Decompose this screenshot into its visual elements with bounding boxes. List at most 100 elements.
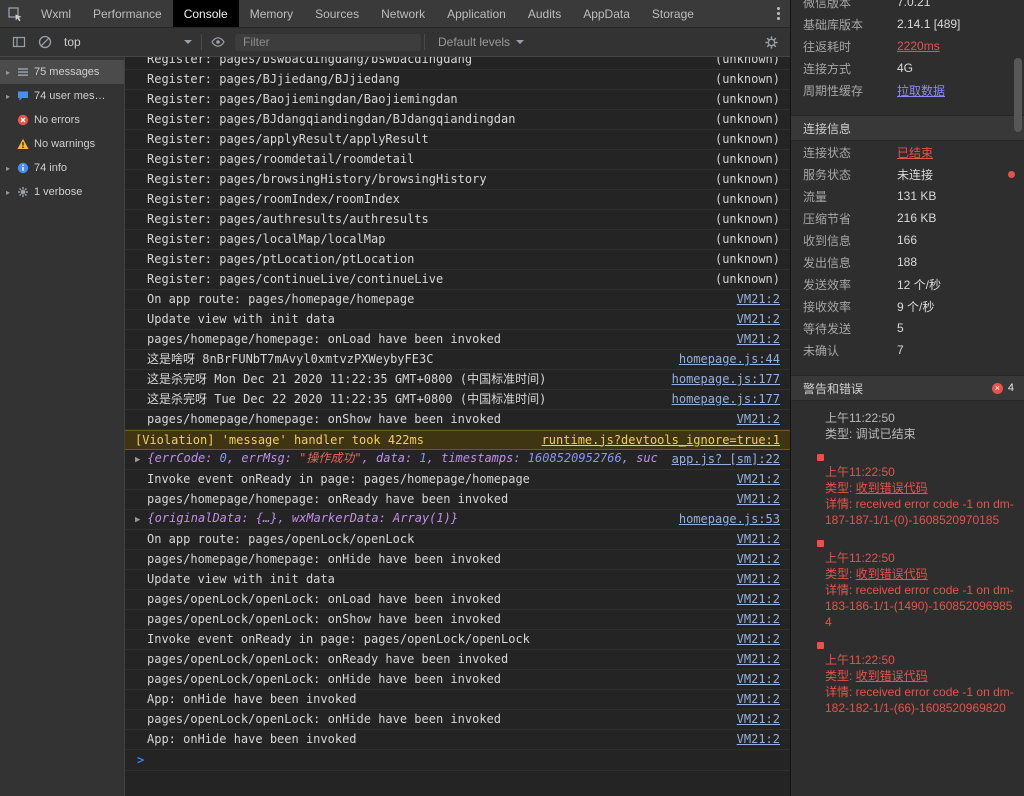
log-message: App: onHide have been invoked	[147, 732, 357, 746]
log-message: Register: pages/roomIndex/roomIndex	[147, 192, 400, 206]
source-link[interactable]: VM21:2	[737, 470, 780, 489]
connection-info-header: 连接信息	[791, 115, 1024, 141]
stat-row: 微信版本 7.0.21	[791, 0, 1024, 13]
tab-storage[interactable]: Storage	[641, 0, 705, 27]
source-link[interactable]: homepage.js:44	[679, 350, 780, 369]
source-link[interactable]: VM21:2	[737, 290, 780, 309]
stat-row: 压缩节省 216 KB	[791, 207, 1024, 229]
log-message: pages/homepage/homepage: onHide have bee…	[147, 552, 502, 566]
log-message: 这是啥呀 8nBrFUNbT7mAvyl0xmtvzPXWeybyFE3C	[147, 352, 434, 366]
console-sidebar-toggle-icon[interactable]	[6, 30, 32, 54]
unknown-source-label: (unknown)	[714, 57, 780, 66]
source-link[interactable]: homepage.js:53	[679, 510, 780, 529]
source-link[interactable]: VM21:2	[737, 630, 780, 649]
console-toolbar: top Default levels	[0, 28, 790, 57]
tab-wxml[interactable]: Wxml	[30, 0, 82, 27]
source-link[interactable]: homepage.js:177	[672, 390, 780, 409]
log-levels-dropdown[interactable]: Default levels	[438, 35, 525, 49]
source-link[interactable]: VM21:2	[737, 650, 780, 669]
clear-console-icon[interactable]	[32, 30, 58, 54]
stat-row: 连接方式 4G	[791, 57, 1024, 79]
source-link[interactable]: homepage.js:177	[672, 370, 780, 389]
disclosure-arrow-icon[interactable]: ▸	[4, 188, 12, 197]
sidebar-item-verbose[interactable]: ▸ 1 verbose	[0, 180, 124, 204]
stat-value: 12 个/秒	[897, 277, 942, 292]
sidebar-item-info[interactable]: ▸ 74 info	[0, 156, 124, 180]
sidebar-item-warnings[interactable]: No warnings	[0, 132, 124, 156]
console-log-row: Register: pages/browsingHistory/browsing…	[125, 170, 790, 190]
disclosure-arrow-icon[interactable]: ▸	[4, 164, 12, 173]
source-link[interactable]: VM21:2	[737, 310, 780, 329]
source-link[interactable]: VM21:2	[737, 690, 780, 709]
unknown-source-label: (unknown)	[714, 232, 780, 246]
disclosure-arrow-icon[interactable]: ▸	[4, 68, 12, 77]
source-link[interactable]: VM21:2	[737, 530, 780, 549]
source-link[interactable]: VM21:2	[737, 610, 780, 629]
stat-value: 9 个/秒	[897, 299, 935, 314]
stat-value: 已结束	[897, 145, 934, 160]
stat-value-link[interactable]: 拉取数据	[897, 82, 945, 99]
sidebar-item-user-messages[interactable]: ▸ 74 user mes…	[0, 84, 124, 108]
source-link[interactable]: VM21:2	[737, 590, 780, 609]
realtime-log-panel: 微信版本 7.0.21 基础库版本 2.14.1 [489] 往返耗时 2220ms 连接方…	[791, 0, 1024, 796]
console-log-row: App: onHide have been invoked VM21:2	[125, 690, 790, 710]
execution-context-selector[interactable]: top	[58, 35, 198, 49]
stat-row: 流量 131 KB	[791, 185, 1024, 207]
source-link[interactable]: runtime.js?devtools_ignore=true:1	[542, 431, 780, 450]
tab-sources[interactable]: Sources	[304, 0, 370, 27]
devtools-window: Wxml Performance Console Memory Sources Netwo…	[0, 0, 1024, 796]
console-object-row: ▶ {originalData: {…}, wxMarkerData: Array…	[125, 510, 790, 530]
log-message: On app route: pages/homepage/homepage	[147, 292, 415, 306]
source-link[interactable]: app.js? [sm]:22	[672, 450, 780, 469]
source-link[interactable]: VM21:2	[737, 550, 780, 569]
source-link[interactable]: VM21:2	[737, 670, 780, 689]
console-log-row: pages/openLock/openLock: onShow have bee…	[125, 610, 790, 630]
tab-application[interactable]: Application	[436, 0, 517, 27]
scrollbar-thumb[interactable]	[1014, 58, 1022, 132]
tab-performance[interactable]: Performance	[82, 0, 173, 27]
console-log-row: 这是啥呀 8nBrFUNbT7mAvyl0xmtvzPXWeybyFE3C hom…	[125, 350, 790, 370]
entry-detail: 详情: received error code -1 on dm-183-186…	[825, 583, 1014, 629]
tab-audits[interactable]: Audits	[517, 0, 572, 27]
console-log-row: Register: pages/roomIndex/roomIndex (unkn…	[125, 190, 790, 210]
stat-value: 7	[897, 343, 904, 357]
source-link[interactable]: VM21:2	[737, 570, 780, 589]
tab-console[interactable]: Console	[172, 0, 239, 27]
source-link[interactable]: VM21:2	[737, 730, 780, 749]
error-entry: 上午11:22:50 类型: 收到错误代码 详情: received error c…	[825, 652, 1016, 716]
console-input-row[interactable]: >	[125, 750, 790, 771]
list-icon	[17, 66, 29, 78]
stat-label: 流量	[803, 189, 828, 204]
source-link[interactable]: VM21:2	[737, 330, 780, 349]
stat-value: 5	[897, 321, 904, 335]
console-log-row: Register: pages/Baojiemingdan/Baojieming…	[125, 90, 790, 110]
stat-value: 188	[897, 255, 918, 269]
stat-label: 连接方式	[803, 61, 852, 76]
filter-input[interactable]	[235, 33, 421, 51]
source-link[interactable]: VM21:2	[737, 410, 780, 429]
settings-gear-icon[interactable]	[758, 30, 784, 54]
unknown-source-label: (unknown)	[714, 252, 780, 266]
stat-label: 周期性缓存	[803, 83, 864, 98]
tab-network[interactable]: Network	[370, 0, 436, 27]
log-message: Register: pages/browsingHistory/browsing…	[147, 172, 487, 186]
disclosure-arrow-icon[interactable]: ▸	[4, 92, 12, 101]
inspect-element-icon[interactable]	[0, 0, 30, 27]
expand-arrow-icon[interactable]: ▶	[135, 511, 140, 530]
live-expression-eye-icon[interactable]	[205, 30, 231, 54]
log-message: 这是杀完呀 Tue Dec 22 2020 11:22:35 GMT+0800 …	[147, 392, 547, 406]
unknown-source-label: (unknown)	[714, 172, 780, 186]
log-message: Invoke event onReady in page: pages/open…	[147, 632, 530, 646]
source-link[interactable]: VM21:2	[737, 490, 780, 509]
console-log-row: pages/homepage/homepage: onReady have be…	[125, 490, 790, 510]
expand-arrow-icon[interactable]: ▶	[135, 451, 140, 470]
source-link[interactable]: VM21:2	[737, 710, 780, 729]
unknown-source-label: (unknown)	[714, 132, 780, 146]
more-options-icon[interactable]	[766, 0, 790, 27]
log-message: Register: pages/bswbacdingdang/bswbacdin…	[147, 57, 473, 66]
sidebar-item-errors[interactable]: No errors	[0, 108, 124, 132]
tab-appdata[interactable]: AppData	[572, 0, 641, 27]
stat-row: 连接状态 已结束	[791, 141, 1024, 163]
sidebar-item-messages[interactable]: ▸ 75 messages	[0, 60, 124, 84]
tab-memory[interactable]: Memory	[239, 0, 304, 27]
